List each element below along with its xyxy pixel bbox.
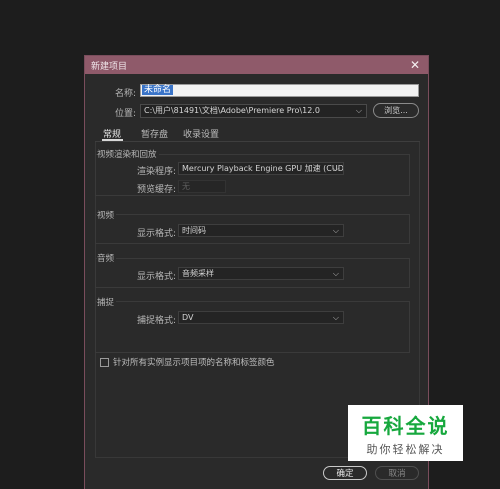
chevron-down-icon: ⌵ xyxy=(332,164,339,173)
project-name-input[interactable]: 未命名 xyxy=(140,84,419,97)
chevron-down-icon: ⌵ xyxy=(355,106,362,115)
tab-ingest-settings[interactable]: 收录设置 xyxy=(183,127,219,140)
cancel-button[interactable]: 取消 xyxy=(375,466,419,480)
chevron-down-icon: ⌵ xyxy=(332,269,339,278)
renderer-select[interactable]: Mercury Playback Engine GPU 加速 (CUDA) ⌵ xyxy=(178,162,344,175)
show-item-names-checkbox[interactable] xyxy=(100,358,109,367)
audio-title: 音频 xyxy=(97,252,117,264)
video-format-value: 时间码 xyxy=(182,226,206,235)
location-value: C:\用户\81491\文档\Adobe\Premiere Pro\12.0 xyxy=(144,106,320,115)
watermark-subtitle: 助你轻松解决 xyxy=(366,442,445,456)
audio-format-select[interactable]: 音频采样 ⌵ xyxy=(178,267,344,280)
renderer-value: Mercury Playback Engine GPU 加速 (CUDA) xyxy=(182,164,344,173)
capture-format-label: 捕捉格式: xyxy=(137,316,177,326)
chevron-down-icon: ⌵ xyxy=(332,313,339,322)
audio-format-value: 音频采样 xyxy=(182,269,214,278)
dialog-title: 新建项目 xyxy=(91,61,128,72)
video-format-select[interactable]: 时间码 ⌵ xyxy=(178,224,344,237)
tab-scratch-disks[interactable]: 暂存盘 xyxy=(141,127,168,140)
close-icon[interactable]: ✕ xyxy=(408,58,422,72)
preview-cache-select: 无 xyxy=(178,180,226,193)
renderer-label: 渲染程序: xyxy=(137,167,177,177)
capture-title: 捕捉 xyxy=(97,296,117,308)
preview-cache-value: 无 xyxy=(182,182,190,191)
watermark-logo: 百科全说 助你轻松解决 xyxy=(348,405,463,461)
video-format-label: 显示格式: xyxy=(137,229,177,239)
watermark-title: 百科全说 xyxy=(361,413,450,438)
video-render-title: 视频渲染和回放 xyxy=(97,148,159,160)
preview-cache-label: 预览缓存: xyxy=(137,185,177,195)
chevron-down-icon: ⌵ xyxy=(332,226,339,235)
capture-format-select[interactable]: DV ⌵ xyxy=(178,311,344,324)
project-name-value: 未命名 xyxy=(142,85,174,95)
capture-format-value: DV xyxy=(182,313,194,322)
browse-button[interactable]: 浏览... xyxy=(373,103,419,118)
location-select[interactable]: C:\用户\81491\文档\Adobe\Premiere Pro\12.0 ⌵ xyxy=(140,104,367,118)
audio-format-label: 显示格式: xyxy=(137,272,177,282)
ok-button[interactable]: 确定 xyxy=(323,466,367,480)
show-item-names-label: 针对所有实例显示项目项的名称和标签颜色 xyxy=(113,358,275,368)
location-label: 位置: xyxy=(115,109,137,119)
name-label: 名称: xyxy=(115,89,137,99)
video-title: 视频 xyxy=(97,209,117,221)
dialog-titlebar: 新建项目 ✕ xyxy=(85,56,428,74)
capture-group xyxy=(95,301,410,353)
